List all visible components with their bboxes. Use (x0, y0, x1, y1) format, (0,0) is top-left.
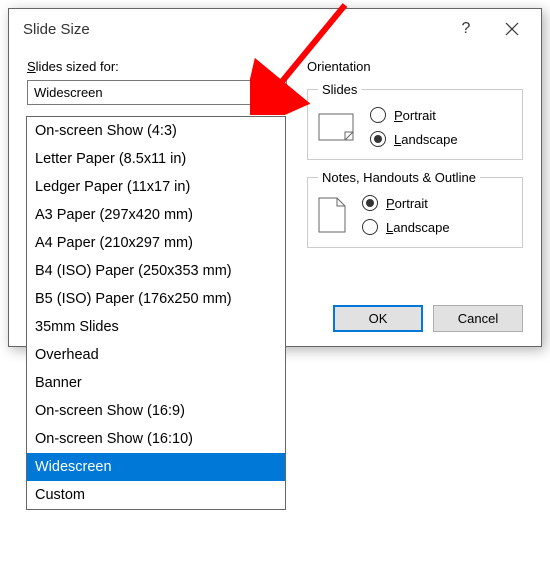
cancel-button[interactable]: Cancel (433, 305, 523, 332)
radio-icon (362, 219, 378, 235)
dropdown-item[interactable]: Banner (27, 369, 285, 397)
portrait-page-icon (318, 197, 346, 233)
radio-icon-selected (362, 195, 378, 211)
titlebar: Slide Size ? (9, 9, 541, 49)
button-row: OK Cancel (333, 305, 523, 332)
ok-button[interactable]: OK (333, 305, 423, 332)
notes-orientation-group: Notes, Handouts & Outline Portrait (307, 170, 523, 248)
dropdown-item[interactable]: Widescreen (27, 453, 285, 481)
dropdown-item[interactable]: On-screen Show (16:9) (27, 397, 285, 425)
radio-label: Portrait (394, 108, 436, 123)
radio-icon-selected (370, 131, 386, 147)
group-legend-notes: Notes, Handouts & Outline (318, 170, 480, 185)
radio-label: Landscape (394, 132, 458, 147)
radio-label: Landscape (386, 220, 450, 235)
dropdown-item[interactable]: On-screen Show (16:10) (27, 425, 285, 453)
dialog-title: Slide Size (23, 21, 443, 38)
dropdown-item[interactable]: Overhead (27, 341, 285, 369)
slides-landscape-radio[interactable]: Landscape (370, 131, 458, 147)
notes-landscape-radio[interactable]: Landscape (362, 219, 450, 235)
help-icon: ? (462, 20, 471, 38)
radio-label: Portrait (386, 196, 428, 211)
combo-value: Widescreen (28, 85, 266, 100)
chevron-down-icon (272, 90, 282, 96)
orientation-heading: Orientation (307, 59, 523, 74)
dropdown-item[interactable]: Custom (27, 481, 285, 509)
dropdown-item[interactable]: Ledger Paper (11x17 in) (27, 173, 285, 201)
notes-portrait-radio[interactable]: Portrait (362, 195, 450, 211)
combo-dropdown-button[interactable] (266, 81, 286, 104)
dropdown-item[interactable]: B5 (ISO) Paper (176x250 mm) (27, 285, 285, 313)
right-column: Orientation Slides Portrait (307, 59, 523, 258)
dropdown-item[interactable]: A4 Paper (210x297 mm) (27, 229, 285, 257)
close-button[interactable] (489, 9, 535, 49)
dropdown-item[interactable]: Letter Paper (8.5x11 in) (27, 145, 285, 173)
radio-icon (370, 107, 386, 123)
dropdown-item[interactable]: B4 (ISO) Paper (250x353 mm) (27, 257, 285, 285)
dropdown-item[interactable]: On-screen Show (4:3) (27, 117, 285, 145)
dropdown-item[interactable]: A3 Paper (297x420 mm) (27, 201, 285, 229)
slides-sized-for-combo[interactable]: Widescreen (27, 80, 287, 105)
slides-sized-for-dropdown-list[interactable]: On-screen Show (4:3)Letter Paper (8.5x11… (26, 116, 286, 510)
close-icon (505, 22, 519, 36)
slides-portrait-radio[interactable]: Portrait (370, 107, 458, 123)
slides-sized-for-label: Slides sized for: (27, 59, 287, 74)
landscape-page-icon (318, 113, 354, 141)
slides-orientation-group: Slides Portrait (307, 82, 523, 160)
group-legend-slides: Slides (318, 82, 361, 97)
dropdown-item[interactable]: 35mm Slides (27, 313, 285, 341)
help-button[interactable]: ? (443, 9, 489, 49)
